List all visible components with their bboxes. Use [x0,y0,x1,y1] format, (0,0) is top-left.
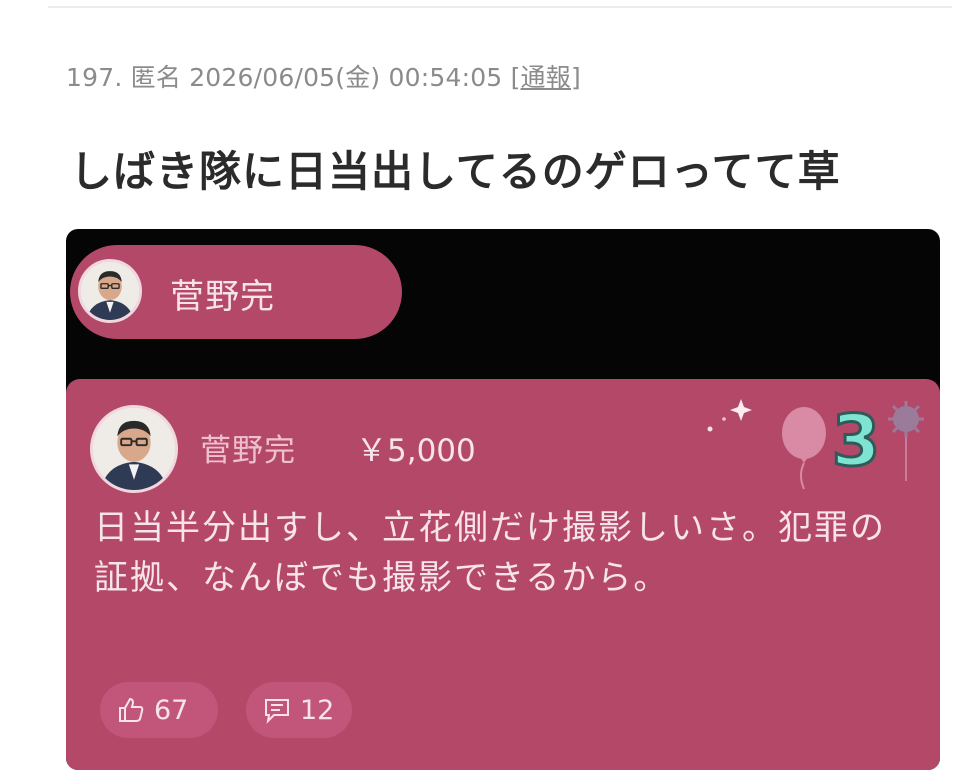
badge-number: 3 [832,400,881,482]
balloon-decoration-icon: 3 [707,399,924,490]
comment-button[interactable]: 12 [246,682,352,738]
embedded-screenshot: 菅野完 菅野完 ￥5,000 3 日当半分出すし、立花側だけ撮影しいさ。犯罪の証… [66,229,940,770]
superchat-name: 菅野完 [200,433,296,469]
post-author: 匿名 [130,63,182,92]
report-bracket-open: [ [510,63,521,92]
post-datetime: 2026/06/05(金) 00:54:05 [189,63,503,92]
post-header: 197. 匿名 2026/06/05(金) 00:54:05 [通報] [66,58,581,94]
comment-icon [262,695,292,725]
balloon-icon [782,407,826,490]
post-number: 197. [66,63,123,92]
superchat-amount: ￥5,000 [356,433,476,469]
thumbs-up-icon [116,695,146,725]
report-link[interactable]: 通報 [521,63,571,92]
sender-pill: 菅野完 [70,245,402,339]
person-avatar-icon [93,408,175,490]
firework-icon [888,401,924,481]
superchat-card: 菅野完 ￥5,000 3 日当半分出すし、立花側だけ撮影しいさ。犯罪の証拠、なん… [66,379,940,770]
report-bracket-close: ] [570,63,581,92]
person-avatar-icon [81,262,139,320]
like-count: 67 [154,694,189,726]
post-body: しばき隊に日当出してるのゲロってて草 [70,147,841,196]
comment-count: 12 [300,694,335,726]
sparkle-icon [707,399,752,432]
superchat-avatar [90,405,178,493]
top-divider [48,6,952,8]
like-button[interactable]: 67 [100,682,218,738]
superchat-message: 日当半分出すし、立花側だけ撮影しいさ。犯罪の証拠、なんぼでも撮影できるから。 [94,508,886,598]
sender-avatar [78,259,142,323]
sender-pill-name: 菅野完 [170,277,275,317]
